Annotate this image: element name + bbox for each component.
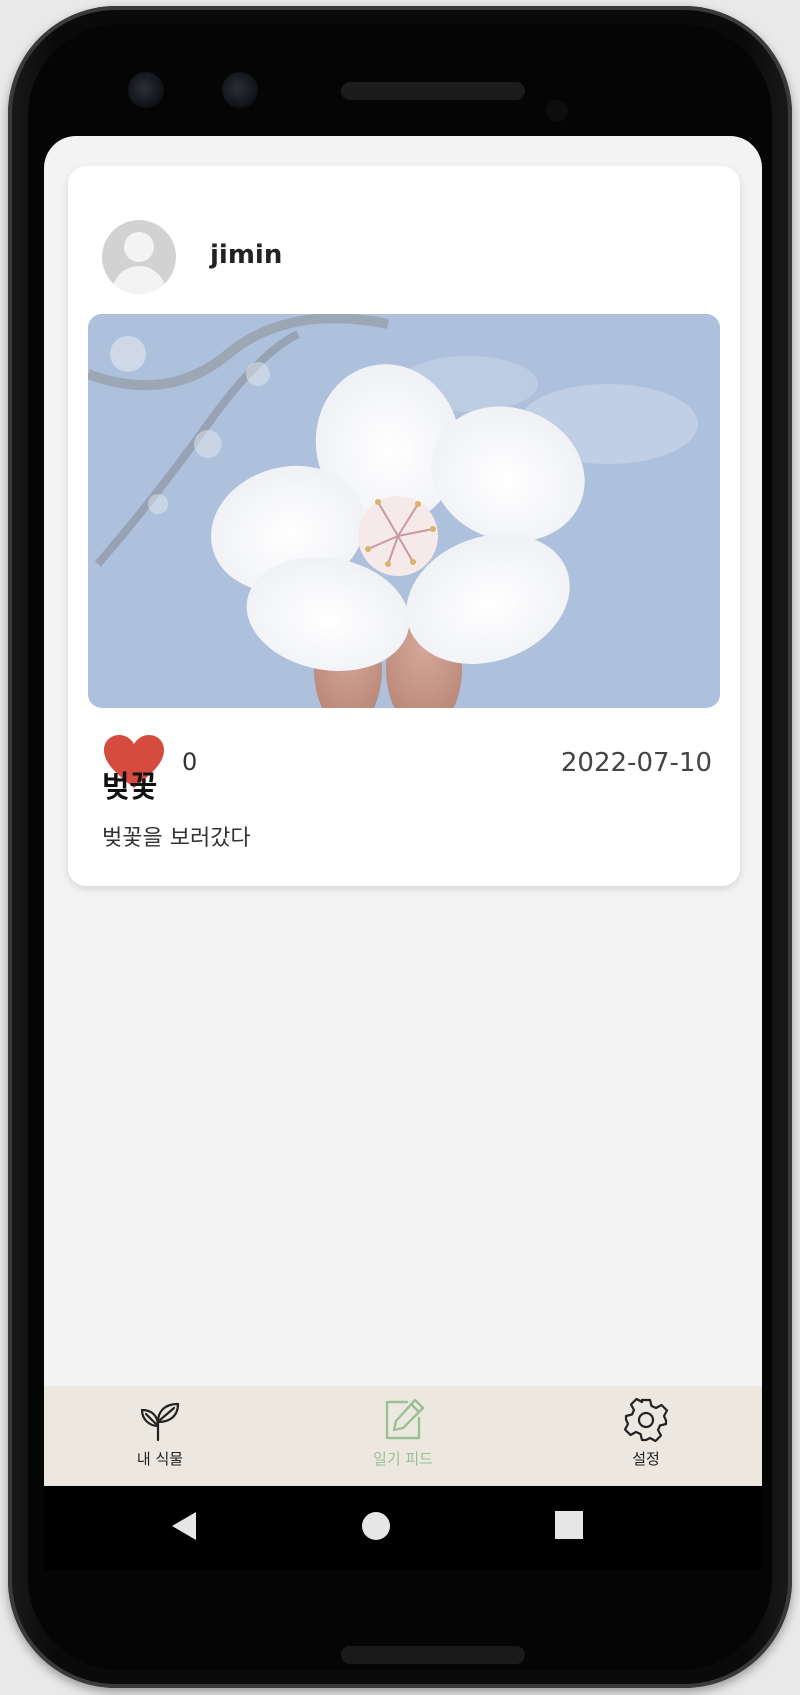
tab-diary-feed-label: 일기 피드	[373, 1450, 433, 1468]
post-photo[interactable]	[88, 314, 720, 708]
gear-icon	[623, 1397, 669, 1443]
post-body: 벚꽃을 보러갔다	[102, 826, 251, 851]
cherry-blossom-photo	[88, 314, 720, 708]
proximity-sensor	[546, 100, 568, 122]
edit-icon	[385, 1398, 425, 1440]
tab-diary-feed[interactable]: 일기 피드	[333, 1396, 473, 1482]
post-title: 벚꽃	[102, 770, 158, 805]
post-date: 2022-07-10	[560, 748, 712, 778]
bottom-tab-bar: 내 식물 일기 피드 설정	[44, 1386, 762, 1486]
recents-icon[interactable]	[552, 1508, 586, 1542]
tab-my-plants-label: 내 식물	[136, 1450, 184, 1468]
android-nav-bar	[44, 1486, 762, 1570]
sprout-icon	[140, 1402, 180, 1442]
post-username[interactable]: jimin	[210, 240, 282, 270]
earpiece-speaker	[341, 82, 525, 100]
tab-settings[interactable]: 설정	[576, 1396, 716, 1482]
front-camera	[128, 72, 164, 108]
diary-post-card[interactable]: jimin 0 2022-07-10 벚꽃 벚꽃을 보러갔다	[68, 166, 740, 886]
post-meta-row: 0 2022-07-10	[102, 726, 712, 788]
avatar-head	[124, 232, 154, 262]
tab-my-plants[interactable]: 내 식물	[90, 1396, 230, 1482]
front-sensor	[222, 72, 258, 108]
tab-settings-label: 설정	[632, 1450, 660, 1468]
app-screen: jimin 0 2022-07-10 벚꽃 벚꽃을 보러갔다 내 식물 일기 피…	[44, 136, 762, 1486]
like-count: 0	[182, 748, 198, 776]
back-icon[interactable]	[168, 1508, 200, 1544]
home-icon[interactable]	[358, 1508, 394, 1544]
avatar[interactable]	[102, 220, 176, 294]
avatar-body	[112, 266, 166, 294]
bottom-speaker	[341, 1646, 525, 1664]
